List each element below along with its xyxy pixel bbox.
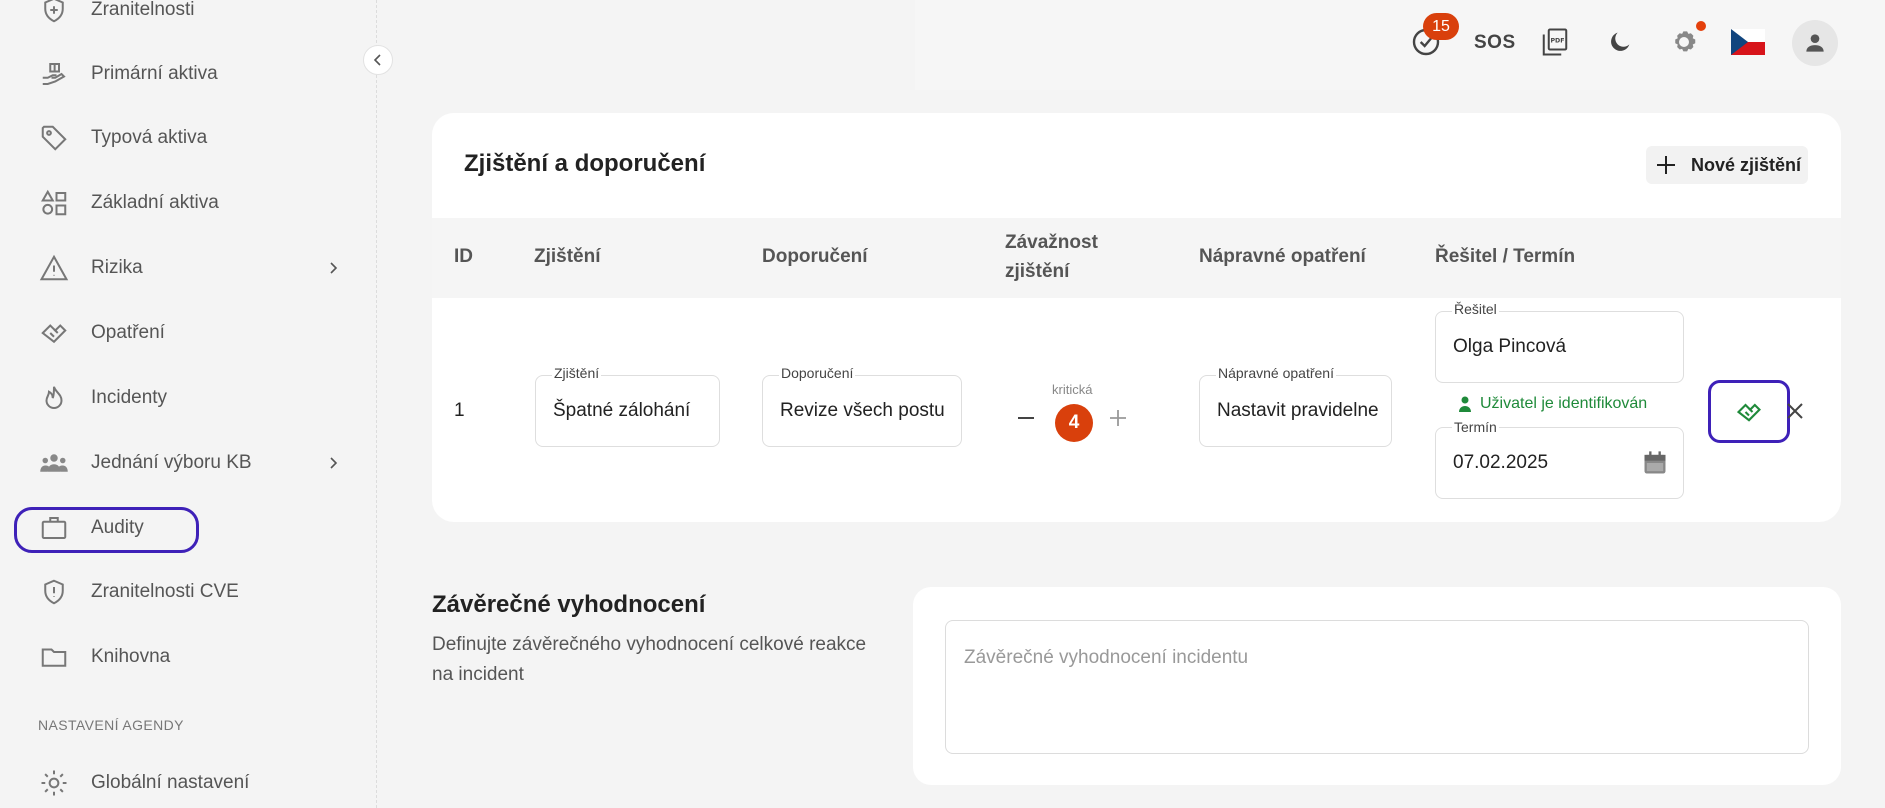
shapes-icon [38, 187, 70, 219]
finding-field-label: Zjištění [552, 365, 602, 381]
findings-title: Zjištění a doporučení [464, 150, 706, 177]
sos-button[interactable]: SOS [1474, 32, 1516, 54]
section-label: NASTAVENÍ AGENDY [38, 717, 184, 733]
sidebar-item-label: Zranitelnosti CVE [91, 581, 239, 602]
czech-flag-icon [1731, 29, 1765, 55]
pdf-export-button[interactable]: PDF [1535, 22, 1575, 62]
sidebar-item-label: Opatření [91, 322, 165, 343]
column-header-corrective: Nápravné opatření [1199, 246, 1366, 267]
column-header-finding: Zjištění [534, 246, 601, 267]
column-header-id: ID [454, 246, 473, 267]
solver-field[interactable]: Olga Pincová [1435, 311, 1684, 383]
shield-plus-icon [38, 0, 70, 26]
handshake-icon [1736, 403, 1761, 422]
finding-field[interactable]: Špatné zálohání [535, 375, 720, 447]
corrective-field[interactable]: Nastavit pravidelne [1199, 375, 1392, 447]
calendar-icon[interactable] [1641, 449, 1669, 477]
final-evaluation-placeholder: Závěrečné vyhodnocení incidentu [964, 647, 1249, 668]
user-icon [1459, 396, 1471, 412]
svg-text:PDF: PDF [1550, 38, 1564, 45]
finding-value: Špatné zálohání [553, 400, 691, 421]
sidebar-item-zakladni-aktiva[interactable]: Základní aktiva [0, 178, 377, 228]
recommendation-field[interactable]: Revize všech postu [762, 375, 962, 447]
deadline-field-label: Termín [1452, 419, 1499, 435]
recommendation-value: Revize všech postu [780, 400, 945, 421]
notification-dot [1696, 21, 1706, 31]
severity-header-line2: zjištění [1005, 261, 1070, 282]
sidebar-item-incidenty[interactable]: Incidenty [0, 373, 377, 423]
sidebar-item-primarni-aktiva[interactable]: Primární aktiva [0, 49, 377, 99]
severity-header-line1: Závažnost [1005, 232, 1098, 253]
delete-row-button[interactable] [1784, 400, 1806, 422]
gear-icon [1675, 31, 1696, 52]
corrective-value: Nastavit pravidelne [1217, 400, 1379, 421]
sidebar-item-zranitelnosti-cve[interactable]: Zranitelnosti CVE [0, 567, 377, 617]
column-header-solver: Řešitel / Termín [1435, 246, 1576, 267]
warning-icon [38, 252, 70, 284]
sidebar-item-label: Zranitelnosti [91, 0, 195, 20]
solver-field-label: Řešitel [1452, 301, 1499, 317]
chevron-right-icon [330, 262, 338, 274]
row-id: 1 [454, 400, 465, 421]
language-switch[interactable] [1728, 22, 1768, 62]
sidebar-item-label: Knihovna [91, 646, 171, 667]
chevron-right-icon [330, 457, 338, 469]
column-header-severity: Závažnost zjištění [1005, 228, 1098, 286]
pdf-icon: PDF [1542, 28, 1568, 56]
shield-alert-icon [38, 576, 70, 608]
avatar[interactable] [1792, 20, 1838, 66]
sidebar-item-label: Rizika [91, 257, 143, 278]
collapse-sidebar-button[interactable] [363, 45, 393, 75]
handshake-icon [38, 317, 70, 349]
hand-assets-icon [38, 58, 70, 90]
dark-mode-toggle[interactable] [1600, 22, 1640, 62]
plus-icon [1657, 156, 1675, 174]
sidebar-item-knihovna[interactable]: Knihovna [0, 632, 377, 682]
recommendation-field-label: Doporučení [779, 365, 856, 381]
sidebar-item-label: Typová aktiva [91, 127, 208, 148]
final-evaluation-description: Definujte závěrečného vyhodnocení celkov… [432, 634, 867, 685]
final-evaluation-input[interactable]: Závěrečné vyhodnocení incidentu [945, 620, 1809, 754]
sidebar-item-typova-aktiva[interactable]: Typová aktiva [0, 113, 377, 163]
sidebar-item-label: Globální nastavení [91, 772, 250, 793]
user-icon [1806, 34, 1824, 52]
user-identified-text: Uživatel je identifikován [1480, 395, 1648, 412]
table-header [432, 218, 1841, 298]
severity-badge: 4 [1055, 404, 1093, 442]
new-finding-label: Nové zjištění [1691, 155, 1802, 175]
deadline-value: 07.02.2025 [1453, 452, 1549, 473]
severity-increase-button[interactable] [1108, 408, 1128, 428]
gear-icon [38, 767, 70, 799]
people-icon [38, 447, 70, 479]
sidebar-item-label: Incidenty [91, 387, 168, 408]
chevron-left-icon [373, 54, 381, 66]
sidebar-item-rizika[interactable]: Rizika [0, 243, 377, 293]
user-identified-status: Uživatel je identifikován [1458, 395, 1647, 413]
tag-icon [38, 122, 70, 154]
sidebar: Zranitelnosti Primární aktiva Typová akt… [0, 0, 377, 808]
measure-action-button[interactable] [1708, 380, 1790, 443]
sidebar-item-label: Primární aktiva [91, 63, 218, 84]
sidebar-item-jednani-vyboru[interactable]: Jednání výboru KB [0, 438, 377, 488]
column-header-recommendation: Doporučení [762, 246, 868, 267]
sidebar-item-globalni-nastaveni[interactable]: Globální nastavení [0, 758, 377, 808]
moon-icon [1611, 32, 1630, 51]
tasks-badge: 15 [1423, 13, 1459, 40]
severity-text: kritická [1052, 382, 1093, 397]
corrective-field-label: Nápravné opatření [1216, 365, 1336, 381]
audity-highlight [14, 507, 199, 553]
sidebar-item-label: Jednání výboru KB [91, 452, 252, 473]
folder-icon [38, 641, 70, 673]
new-finding-button[interactable]: Nové zjištění [1646, 146, 1808, 184]
final-evaluation-title: Závěrečné vyhodnocení [432, 591, 706, 618]
sidebar-item-zranitelnosti[interactable]: Zranitelnosti [0, 0, 377, 35]
sidebar-item-label: Základní aktiva [91, 192, 219, 213]
severity-decrease-button[interactable] [1016, 408, 1036, 428]
sidebar-item-opatreni[interactable]: Opatření [0, 308, 377, 358]
flame-icon [38, 382, 70, 414]
solver-value: Olga Pincová [1453, 336, 1567, 357]
